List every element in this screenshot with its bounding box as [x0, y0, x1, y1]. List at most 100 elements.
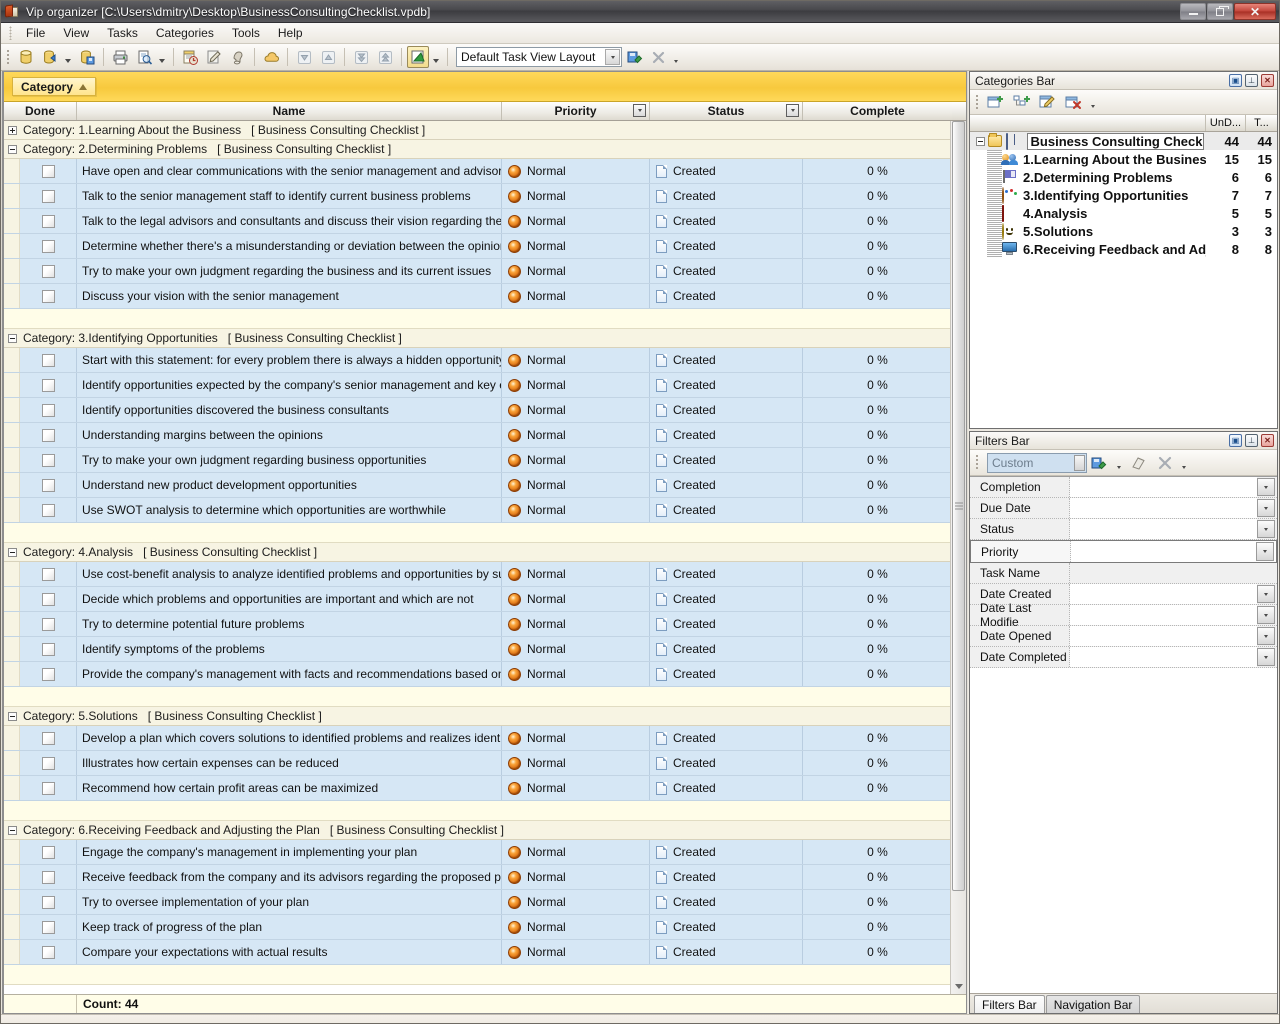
- cell-priority[interactable]: Normal: [502, 915, 650, 939]
- cell-done[interactable]: [20, 890, 77, 914]
- table-row[interactable]: Try to make your own judgment regarding …: [4, 259, 966, 284]
- delete-filter-icon[interactable]: [1153, 452, 1177, 474]
- cell-priority[interactable]: Normal: [502, 940, 650, 964]
- cell-status[interactable]: Created: [650, 840, 803, 864]
- cell-status[interactable]: Created: [650, 662, 803, 686]
- column-header-name[interactable]: Name: [77, 102, 502, 120]
- cell-status[interactable]: Created: [650, 776, 803, 800]
- maximize-button[interactable]: [1207, 3, 1233, 20]
- cell-priority[interactable]: Normal: [502, 284, 650, 308]
- new-task-icon[interactable]: [179, 46, 201, 68]
- cell-done[interactable]: [20, 259, 77, 283]
- cell-priority[interactable]: Normal: [502, 612, 650, 636]
- collapse-group-icon[interactable]: [8, 548, 17, 557]
- cell-status[interactable]: Created: [650, 637, 803, 661]
- category-tree-root[interactable]: Business Consulting Checklist4444: [970, 132, 1277, 150]
- done-checkbox[interactable]: [42, 265, 55, 278]
- cell-complete[interactable]: 0 %: [803, 348, 952, 372]
- cell-complete[interactable]: 0 %: [803, 423, 952, 447]
- task-view-layout-icon[interactable]: [407, 46, 429, 68]
- filter-row[interactable]: Status: [970, 519, 1277, 540]
- table-row[interactable]: Try to oversee implementation of your pl…: [4, 890, 966, 915]
- cell-status[interactable]: Created: [650, 209, 803, 233]
- group-by-chip-category[interactable]: Category: [12, 77, 96, 96]
- new-category-icon[interactable]: [984, 91, 1008, 113]
- cell-complete[interactable]: 0 %: [803, 259, 952, 283]
- category-tree-item[interactable]: 1.Learning About the Business1515: [970, 150, 1277, 168]
- filter-row[interactable]: Task Name: [970, 563, 1277, 584]
- cell-complete[interactable]: 0 %: [803, 284, 952, 308]
- cell-done[interactable]: [20, 751, 77, 775]
- table-row[interactable]: Compare your expectations with actual re…: [4, 940, 966, 965]
- category-tree-item[interactable]: 5.Solutions33: [970, 222, 1277, 240]
- cell-task-name[interactable]: Provide the company's management with fa…: [77, 662, 502, 686]
- print-icon[interactable]: [109, 46, 131, 68]
- cell-priority[interactable]: Normal: [502, 448, 650, 472]
- filter-value-input[interactable]: [1070, 647, 1277, 667]
- table-row[interactable]: Use SWOT analysis to determine which opp…: [4, 498, 966, 523]
- cell-task-name[interactable]: Identify opportunities discovered the bu…: [77, 398, 502, 422]
- filter-preset-combo[interactable]: Custom: [987, 453, 1087, 473]
- filter-row[interactable]: Due Date: [970, 498, 1277, 519]
- done-checkbox[interactable]: [42, 165, 55, 178]
- cell-status[interactable]: Created: [650, 940, 803, 964]
- cell-done[interactable]: [20, 865, 77, 889]
- cell-status[interactable]: Created: [650, 498, 803, 522]
- move-down-icon[interactable]: [293, 46, 315, 68]
- task-view-layout-combo-button[interactable]: [605, 49, 620, 65]
- collapse-tree-icon[interactable]: [976, 137, 985, 146]
- cell-done[interactable]: [20, 662, 77, 686]
- cell-task-name[interactable]: Start with this statement: for every pro…: [77, 348, 502, 372]
- cell-done[interactable]: [20, 587, 77, 611]
- save-layout-icon[interactable]: [623, 46, 645, 68]
- cell-complete[interactable]: 0 %: [803, 562, 952, 586]
- collapse-group-icon[interactable]: [8, 712, 17, 721]
- cell-status[interactable]: Created: [650, 159, 803, 183]
- menu-file[interactable]: File: [17, 23, 54, 43]
- status-filter-dropdown-icon[interactable]: [786, 104, 799, 117]
- cell-done[interactable]: [20, 209, 77, 233]
- cell-complete[interactable]: 0 %: [803, 840, 952, 864]
- filter-value-input[interactable]: [1071, 541, 1276, 562]
- categories-auto-hide-pin-icon[interactable]: ⊥: [1245, 74, 1258, 87]
- task-view-layout-dropdown[interactable]: [430, 46, 441, 68]
- cell-complete[interactable]: 0 %: [803, 398, 952, 422]
- cell-task-name[interactable]: Receive feedback from the company and it…: [77, 865, 502, 889]
- cell-priority[interactable]: Normal: [502, 423, 650, 447]
- tab-filters-bar[interactable]: Filters Bar: [974, 995, 1045, 1013]
- done-checkbox[interactable]: [42, 782, 55, 795]
- cell-status[interactable]: Created: [650, 448, 803, 472]
- cell-done[interactable]: [20, 423, 77, 447]
- table-row[interactable]: Use cost-benefit analysis to analyze ide…: [4, 562, 966, 587]
- new-database-icon[interactable]: [15, 46, 37, 68]
- open-database-icon[interactable]: [39, 46, 61, 68]
- table-row[interactable]: Illustrates how certain expenses can be …: [4, 751, 966, 776]
- filter-value-input[interactable]: [1070, 563, 1277, 583]
- table-row[interactable]: Keep track of progress of the planNormal…: [4, 915, 966, 940]
- close-button[interactable]: ✕: [1234, 3, 1276, 20]
- cell-task-name[interactable]: Use cost-benefit analysis to analyze ide…: [77, 562, 502, 586]
- cell-complete[interactable]: 0 %: [803, 637, 952, 661]
- cell-task-name[interactable]: Identify symptoms of the problems: [77, 637, 502, 661]
- cell-done[interactable]: [20, 726, 77, 750]
- move-up-icon[interactable]: [317, 46, 339, 68]
- cell-complete[interactable]: 0 %: [803, 184, 952, 208]
- done-checkbox[interactable]: [42, 504, 55, 517]
- filter-dropdown-icon[interactable]: [1257, 648, 1275, 666]
- edit-task-icon[interactable]: [203, 46, 225, 68]
- done-checkbox[interactable]: [42, 668, 55, 681]
- cell-status[interactable]: Created: [650, 726, 803, 750]
- menu-grip-icon[interactable]: [9, 26, 12, 40]
- cell-complete[interactable]: 0 %: [803, 890, 952, 914]
- cell-task-name[interactable]: Try to oversee implementation of your pl…: [77, 890, 502, 914]
- done-checkbox[interactable]: [42, 454, 55, 467]
- cell-task-name[interactable]: Understanding margins between the opinio…: [77, 423, 502, 447]
- cell-task-name[interactable]: Illustrates how certain expenses can be …: [77, 751, 502, 775]
- open-database-dropdown[interactable]: [62, 46, 73, 68]
- done-checkbox[interactable]: [42, 896, 55, 909]
- done-checkbox[interactable]: [42, 871, 55, 884]
- cell-status[interactable]: Created: [650, 915, 803, 939]
- cell-task-name[interactable]: Compare your expectations with actual re…: [77, 940, 502, 964]
- cell-priority[interactable]: Normal: [502, 776, 650, 800]
- cell-task-name[interactable]: Use SWOT analysis to determine which opp…: [77, 498, 502, 522]
